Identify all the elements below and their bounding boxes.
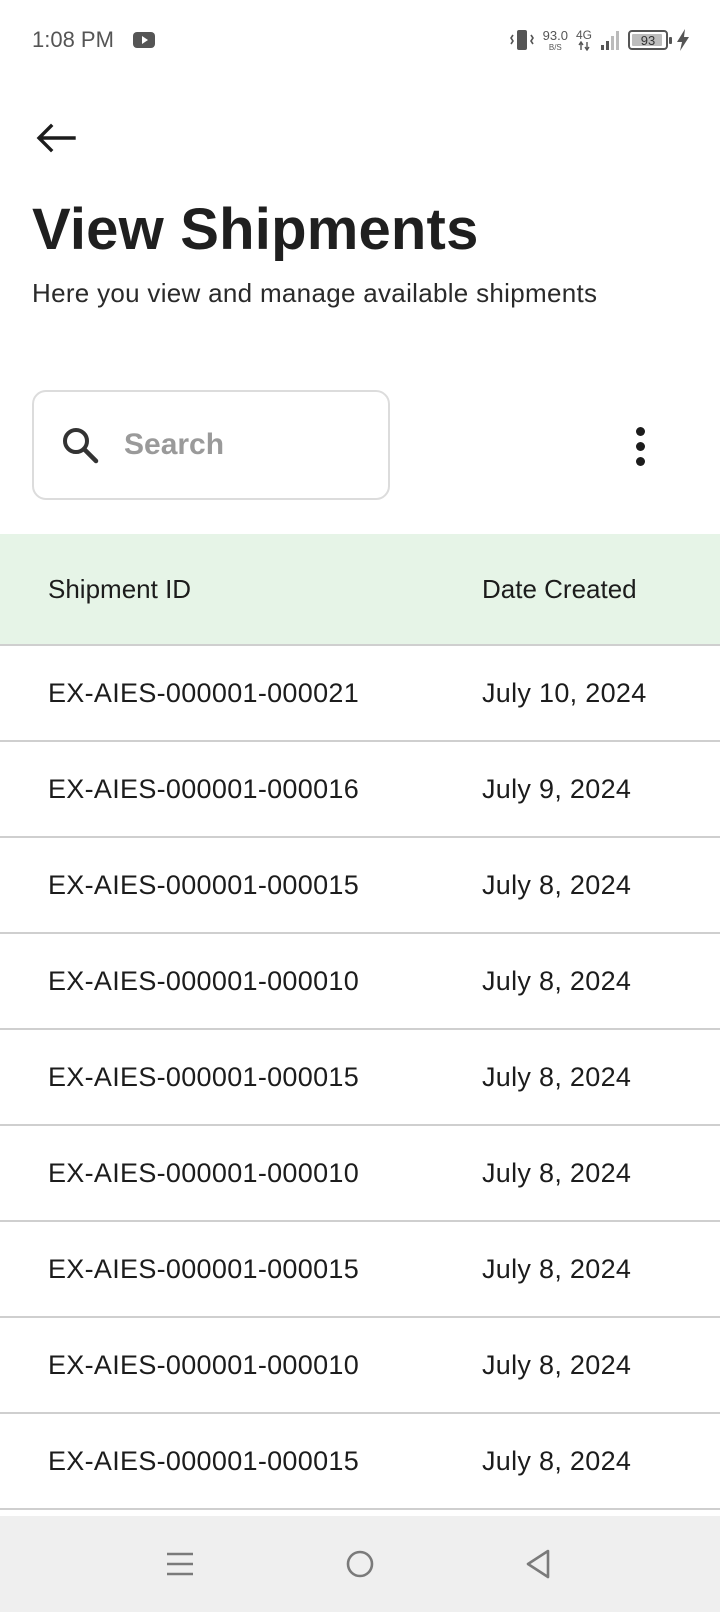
shipment-id-cell: EX-AIES-000001-000016 [48, 773, 360, 804]
more-options-button[interactable] [620, 420, 660, 472]
table-row[interactable]: EX-AIES-000001-000015 July 8, 2024 [0, 1222, 720, 1318]
menu-icon [167, 1552, 193, 1576]
shipment-id-cell: EX-AIES-000001-000015 [48, 869, 360, 900]
home-button[interactable] [338, 1542, 382, 1586]
date-created-cell: July 8, 2024 [482, 1157, 632, 1188]
shipment-id-cell: EX-AIES-000001-000015 [48, 1061, 360, 1092]
date-created-cell: July 9, 2024 [482, 773, 632, 804]
more-dot [635, 441, 645, 451]
network-speed: 93.0 B/S [543, 29, 568, 52]
date-created-cell: July 8, 2024 [482, 869, 632, 900]
system-back-button[interactable] [516, 1542, 560, 1586]
page-title: View Shipments [32, 197, 479, 262]
table-row[interactable]: EX-AIES-000001-000010 July 8, 2024 [0, 1126, 720, 1222]
table-row[interactable]: EX-AIES-000001-000010 July 8, 2024 [0, 934, 720, 1030]
shipment-id-cell: EX-AIES-000001-000010 [48, 1157, 360, 1188]
back-button[interactable] [30, 112, 82, 164]
date-created-cell: July 8, 2024 [482, 1445, 632, 1476]
system-navigation-bar [0, 1516, 720, 1612]
shipment-id-cell: EX-AIES-000001-000015 [48, 1253, 360, 1284]
table-row[interactable]: EX-AIES-000001-000010 July 8, 2024 [0, 1318, 720, 1414]
table-row[interactable]: EX-AIES-000001-000016 July 9, 2024 [0, 742, 720, 838]
arrow-left-icon [36, 123, 76, 153]
date-created-cell: July 8, 2024 [482, 1253, 632, 1284]
network-speed-value: 93.0 [542, 27, 568, 43]
battery-icon: 93 [628, 30, 672, 50]
network-type: 4G [576, 29, 592, 51]
page-subtitle: Here you view and manage available shipm… [32, 278, 598, 308]
table-row[interactable]: EX-AIES-000001-000015 July 8, 2024 [0, 838, 720, 934]
search-input[interactable] [122, 427, 346, 463]
table-header-row: Shipment ID Date Created [0, 534, 720, 646]
signal-strength-icon [601, 31, 619, 50]
more-dot [635, 456, 645, 466]
vibrate-icon [509, 30, 534, 50]
search-box[interactable] [32, 390, 390, 500]
home-circle-icon [346, 1550, 374, 1578]
shipment-id-cell: EX-AIES-000001-000015 [48, 1445, 360, 1476]
network-type-label: 4G [575, 28, 592, 42]
status-time: 1:08 PM [32, 27, 114, 52]
shipments-table: Shipment ID Date Created EX-AIES-000001-… [0, 534, 720, 1510]
more-dot [635, 426, 645, 436]
date-created-cell: July 8, 2024 [482, 1061, 632, 1092]
back-triangle-icon [526, 1549, 550, 1579]
network-speed-unit: B/S [548, 42, 562, 52]
status-bar: 1:08 PM 93.0 B/S 4G 93 [0, 0, 720, 80]
charging-bolt-icon [677, 29, 689, 51]
date-created-cell: July 8, 2024 [482, 1349, 632, 1380]
column-header-date-created[interactable]: Date Created [482, 574, 637, 605]
recents-button[interactable] [158, 1542, 202, 1586]
youtube-notification-icon [133, 32, 155, 48]
table-row[interactable]: EX-AIES-000001-000015 July 8, 2024 [0, 1414, 720, 1510]
shipment-id-cell: EX-AIES-000001-000021 [48, 677, 360, 708]
date-created-cell: July 8, 2024 [482, 965, 632, 996]
status-indicators: 93.0 B/S 4G 93 [509, 24, 690, 56]
data-arrows-icon [578, 41, 590, 51]
battery-level: 93 [640, 32, 656, 48]
search-icon [63, 428, 99, 464]
shipment-id-cell: EX-AIES-000001-000010 [48, 965, 360, 996]
shipment-id-cell: EX-AIES-000001-000010 [48, 1349, 360, 1380]
column-header-shipment-id[interactable]: Shipment ID [48, 574, 191, 605]
table-row[interactable]: EX-AIES-000001-000021 July 10, 2024 [0, 646, 720, 742]
date-created-cell: July 10, 2024 [482, 677, 647, 708]
table-row[interactable]: EX-AIES-000001-000015 July 8, 2024 [0, 1030, 720, 1126]
